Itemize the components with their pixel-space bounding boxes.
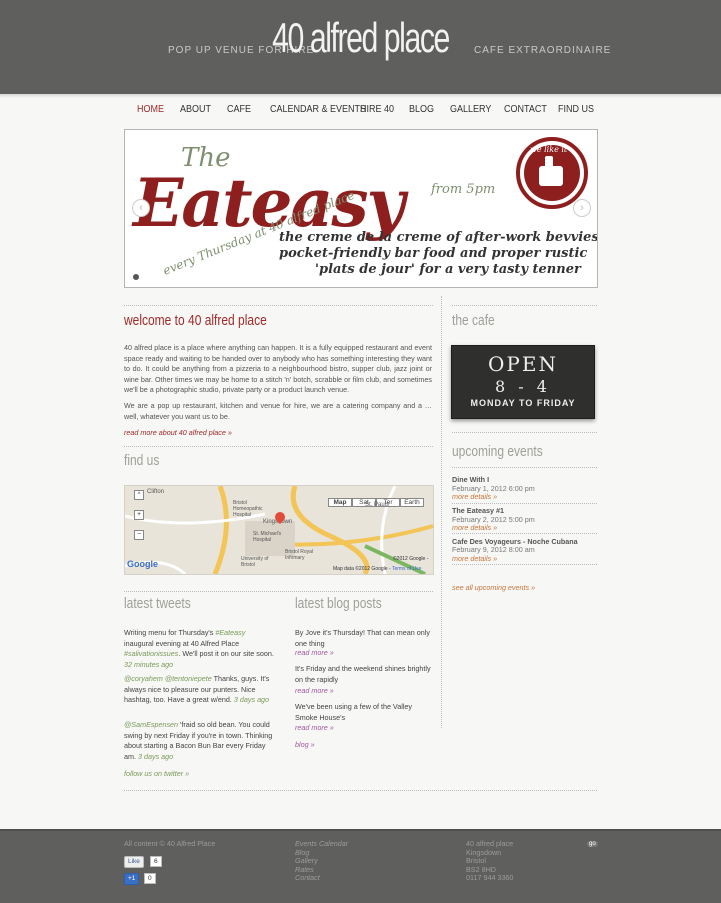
banner-line-pocket: pocket-friendly bar food and proper rust… xyxy=(279,246,587,261)
map-label: St. Pauls xyxy=(365,502,390,508)
footer-link-contact[interactable]: Contact xyxy=(295,874,348,883)
tweet: @coryahem @tentoniepete Thanks, guys. It… xyxy=(124,674,270,705)
nav-contact[interactable]: CONTACT xyxy=(504,104,547,115)
map-type-earth[interactable]: Earth xyxy=(400,498,424,507)
nav-hire[interactable]: HIRE 40 xyxy=(360,104,394,115)
divider xyxy=(124,790,597,791)
site-header: POP UP VENUE FOR HIRE 40 alfred place CA… xyxy=(0,0,721,94)
tagline-right: CAFE EXTRAORDINAIRE xyxy=(474,45,612,56)
welcome-paragraph-1: 40 alfred place is a place where anythin… xyxy=(124,343,432,395)
nav-blog[interactable]: BLOG xyxy=(409,104,434,115)
footer-links: Events Calendar Blog Gallery Rates Conta… xyxy=(295,839,348,883)
like-count: 6 xyxy=(150,856,162,867)
blog-read-more-link[interactable]: read more » xyxy=(295,686,334,695)
footer-address: 40 alfred place Kingsdown Bristol BS2 8H… xyxy=(466,839,514,883)
facebook-like-button[interactable]: Like xyxy=(124,856,144,868)
divider xyxy=(124,305,433,306)
user-mention-link[interactable]: @SamEspensen xyxy=(124,720,178,729)
map-copyright: ©2012 Google - xyxy=(393,556,429,562)
banner-slideshow[interactable]: The Eateasy every Thursday at 40 alfred … xyxy=(124,129,598,288)
nav-gallery[interactable]: GALLERY xyxy=(450,104,491,115)
google-plus-one-button[interactable]: +1 xyxy=(124,873,140,885)
nav-calendar-events[interactable]: CALENDAR & EVENTS xyxy=(270,104,366,115)
nav-about[interactable]: ABOUT xyxy=(180,104,211,115)
map-data-credit: Map data ©2012 Google - xyxy=(333,566,391,572)
map-label: Clifton xyxy=(147,489,165,495)
tweet-time[interactable]: 3 days ago xyxy=(138,752,173,761)
the-cafe-title: the cafe xyxy=(452,312,495,329)
header-shadow xyxy=(0,94,721,98)
event-more-details-link[interactable]: more details » xyxy=(452,492,497,501)
badge-text: we like it xyxy=(530,145,568,154)
map-label: University of Bristol xyxy=(241,556,269,568)
user-mention-link[interactable]: @coryahem xyxy=(124,674,163,683)
divider xyxy=(452,503,597,504)
divider xyxy=(452,467,597,468)
divider xyxy=(124,591,433,592)
terms-of-use-link[interactable]: Terms of Use xyxy=(392,566,421,572)
plus-one-count: 0 xyxy=(144,873,156,884)
welcome-title: welcome to 40 alfred place xyxy=(124,312,267,329)
blog-link[interactable]: blog » xyxy=(295,740,315,749)
follow-twitter-link[interactable]: follow us on twitter » xyxy=(124,769,189,778)
we-like-it-badge: we like it xyxy=(516,137,588,209)
site-footer: All content © 40 Alfred Place Like 6 +1 … xyxy=(0,829,721,903)
map-label: St. Michael's Hospital xyxy=(253,531,282,543)
banner-artwork: The Eateasy every Thursday at 40 alfred … xyxy=(131,137,597,278)
slide-indicator[interactable] xyxy=(133,274,139,280)
google-logo: Google xyxy=(127,559,158,569)
blog-read-more-link[interactable]: read more » xyxy=(295,723,334,732)
event-name[interactable]: Dine With I xyxy=(452,475,489,484)
nav-home[interactable]: HOME xyxy=(137,104,164,115)
open-text: OPEN xyxy=(488,352,558,376)
event-more-details-link[interactable]: more details » xyxy=(452,554,497,563)
user-mention-link[interactable]: @tentoniepete xyxy=(165,674,212,683)
latest-tweets-title: latest tweets xyxy=(124,595,191,612)
see-all-events-link[interactable]: see all upcoming events » xyxy=(452,583,535,592)
address-line: 0117 944 3360 xyxy=(466,873,514,883)
blog-post-excerpt: It's Friday and the weekend shines brigh… xyxy=(295,664,431,684)
event-more-details-link[interactable]: more details » xyxy=(452,523,497,532)
hashtag-link[interactable]: #salivationissues xyxy=(124,649,178,658)
divider xyxy=(452,564,597,565)
prev-slide-button[interactable]: ‹ xyxy=(132,199,150,217)
event-name[interactable]: The Eateasy #1 xyxy=(452,506,504,515)
main-nav: HOME ABOUT CAFE CALENDAR & EVENTS HIRE 4… xyxy=(124,104,598,122)
find-us-title: find us xyxy=(124,452,160,469)
hashtag-link[interactable]: #Eateasy xyxy=(215,628,245,637)
blog-post-excerpt: We've been using a few of the Valley Smo… xyxy=(295,702,412,722)
map-label: Bristol Royal Infirmary xyxy=(285,549,314,561)
go-badge[interactable]: go xyxy=(587,841,598,847)
tweet-time[interactable]: 32 minutes ago xyxy=(124,660,173,669)
zoom-control[interactable]: ^ + − xyxy=(128,490,144,540)
welcome-paragraph-2: We are a pop up restaurant, kitchen and … xyxy=(124,401,432,421)
tweet: Writing menu for Thursday's #Eateasy ina… xyxy=(124,628,274,669)
days-text: MONDAY TO FRIDAY xyxy=(470,398,576,408)
hours-text: 8 - 4 xyxy=(495,377,551,396)
nav-find-us[interactable]: FIND US xyxy=(558,104,594,115)
google-map[interactable]: ^ + − Map Sat Ter Earth Clifton Bristol Hom… xyxy=(124,485,434,575)
divider xyxy=(452,432,597,433)
banner-line-creme: the creme de la creme of after-work bevv… xyxy=(279,230,597,245)
read-more-about-link[interactable]: read more about 40 alfred place » xyxy=(124,428,232,437)
tweet: @SamEspensen 'fraid so old bean. You cou… xyxy=(124,720,273,761)
banner-line-plats: 'plats de jour' for a very tasty tenner xyxy=(315,262,582,277)
footer-copyright: All content © 40 Alfred Place xyxy=(124,839,216,848)
column-divider xyxy=(441,296,442,728)
blog-post-excerpt: By Jove it's Thursday! That can mean onl… xyxy=(295,628,430,648)
banner-from-5pm: from 5pm xyxy=(430,182,495,197)
nav-cafe[interactable]: CAFE xyxy=(227,104,251,115)
opening-hours-sign: OPEN 8 - 4 MONDAY TO FRIDAY xyxy=(451,345,595,419)
latest-blog-posts-title: latest blog posts xyxy=(295,595,382,612)
divider xyxy=(124,446,433,447)
event-date: February 9, 2012 8:00 am xyxy=(452,545,535,554)
divider xyxy=(452,533,597,534)
next-slide-button[interactable]: › xyxy=(573,199,591,217)
map-type-map[interactable]: Map xyxy=(328,498,352,507)
map-label: Bristol Homeopathic Hospital xyxy=(233,500,263,518)
divider xyxy=(452,305,597,306)
upcoming-events-title: upcoming events xyxy=(452,443,543,460)
blog-read-more-link[interactable]: read more » xyxy=(295,648,334,657)
tweet-time[interactable]: 3 days ago xyxy=(234,695,269,704)
